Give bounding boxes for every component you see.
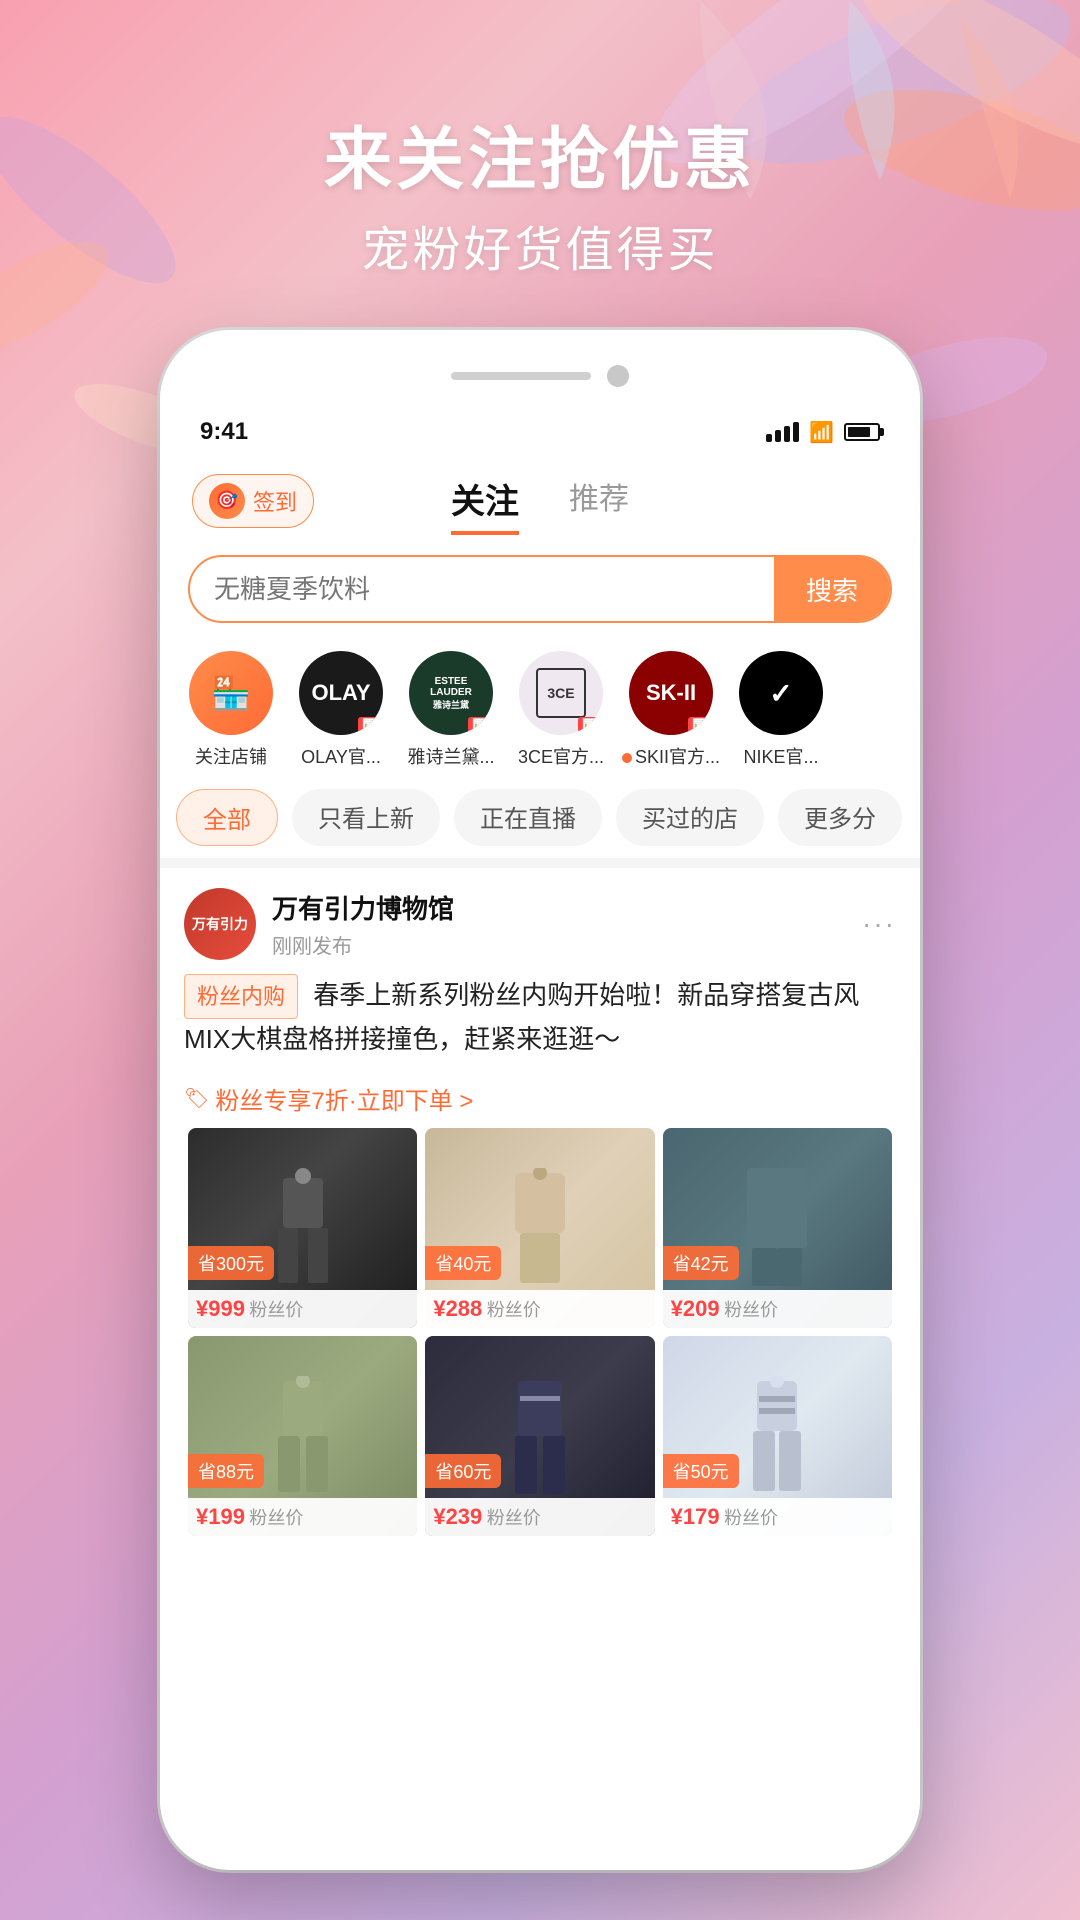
store-item-follow-all[interactable]: 🏪 关注店铺 (176, 651, 286, 769)
3ce-avatar: 3CE 📊 (519, 651, 603, 735)
search-button[interactable]: 搜索 (774, 557, 890, 621)
follow-all-avatar: 🏪 (189, 651, 273, 735)
product-item-1[interactable]: 省300元 ¥999 粉丝价 (188, 1128, 417, 1328)
post-author-name: 万有引力博物馆 (272, 889, 862, 926)
signal-icon (766, 422, 799, 442)
product-save-1: 省300元 (188, 1246, 274, 1280)
product-price-row-3: ¥209 粉丝价 (663, 1290, 892, 1328)
product-label-4: 粉丝价 (249, 1508, 303, 1528)
status-bar: 9:41 📶 (160, 410, 920, 450)
product-item-5[interactable]: 省60元 ¥239 粉丝价 (425, 1336, 654, 1536)
product-price-3: ¥209 (671, 1296, 720, 1321)
search-input[interactable] (190, 574, 774, 605)
product-save-2: 省40元 (425, 1246, 501, 1280)
product-save-4: 省88元 (188, 1454, 264, 1488)
store-item-3ce[interactable]: 3CE 📊 3CE官方... (506, 651, 616, 769)
product-price-5: ¥239 (433, 1504, 482, 1529)
product-save-5: 省60元 (425, 1454, 501, 1488)
nav-tabs: 关注 推荐 (451, 466, 629, 535)
product-label-3: 粉丝价 (724, 1300, 778, 1320)
product-price-row-1: ¥999 粉丝价 (188, 1290, 417, 1328)
olay-avatar: OLAY 📊 (299, 651, 383, 735)
store-name-nike: NIKE官... (743, 743, 818, 769)
estee-avatar: ESTEE LAUDER 雅诗兰黛 📊 (409, 651, 493, 735)
post-content-text: 粉丝内购 春季上新系列粉丝内购开始啦！新品穿搭复古风MIX大棋盘格拼接撞色，赶紧… (184, 974, 896, 1061)
phone-screen: 9:41 📶 🎯 (160, 330, 920, 1870)
store-name-estee: 雅诗兰黛... (407, 743, 494, 769)
post-fan-tag: 粉丝内购 (184, 974, 298, 1019)
filter-tab-all[interactable]: 全部 (176, 789, 278, 846)
hero-title: 来关注抢优惠 (0, 120, 1080, 202)
app-content: 🎯 签到 关注 推荐 搜索 (160, 450, 920, 1830)
filter-tabs: 全部 只看上新 正在直播 买过的店 更多分 (160, 777, 920, 858)
post-card: 万有引力 万有引力博物馆 刚刚发布 ··· 粉丝内购 春季上新系列粉丝内购开始啦… (160, 858, 920, 1552)
post-fan-discount-link[interactable]: 🏷 粉丝专享7折·立即下单 > (184, 1081, 473, 1116)
store-name-follow: 关注店铺 (195, 743, 267, 769)
tab-follow[interactable]: 关注 (451, 466, 519, 535)
product-price-row-6: ¥179 粉丝价 (663, 1498, 892, 1536)
filter-tab-bought[interactable]: 买过的店 (616, 789, 764, 846)
post-meta: 万有引力博物馆 刚刚发布 (272, 889, 862, 959)
stores-row: 🏪 关注店铺 OLAY 📊 OLAY官... ESTEE (160, 635, 920, 777)
fan-link-text: 粉丝专享7折·立即下单 > (215, 1081, 473, 1116)
product-label-6: 粉丝价 (724, 1508, 778, 1528)
store-item-estee[interactable]: ESTEE LAUDER 雅诗兰黛 📊 雅诗兰黛... (396, 651, 506, 769)
product-item-2[interactable]: 省40元 ¥288 粉丝价 (425, 1128, 654, 1328)
front-camera (607, 365, 629, 387)
post-author-avatar[interactable]: 万有引力 (184, 888, 256, 960)
search-bar: 搜索 (188, 555, 892, 623)
product-item-4[interactable]: 省88元 ¥199 粉丝价 (188, 1336, 417, 1536)
store-item-nike[interactable]: ✓ NIKE官... (726, 651, 836, 769)
product-price-1: ¥999 (196, 1296, 245, 1321)
status-icons: 📶 (766, 420, 880, 445)
store-item-olay[interactable]: OLAY 📊 OLAY官... (286, 651, 396, 769)
product-save-3: 省42元 (663, 1246, 739, 1280)
product-item-6[interactable]: 省50元 ¥179 粉丝价 (663, 1336, 892, 1536)
product-price-6: ¥179 (671, 1504, 720, 1529)
wifi-icon: 📶 (809, 420, 834, 445)
post-timestamp: 刚刚发布 (272, 930, 862, 959)
notch-bar (451, 372, 591, 380)
hero-section: 来关注抢优惠 宠粉好货值得买 (0, 120, 1080, 280)
product-label-5: 粉丝价 (487, 1508, 541, 1528)
product-item-3[interactable]: 省42元 ¥209 粉丝价 (663, 1128, 892, 1328)
checkin-label: 签到 (253, 485, 297, 517)
post-header: 万有引力 万有引力博物馆 刚刚发布 ··· (184, 888, 896, 960)
store-name-olay: OLAY官... (301, 743, 381, 769)
product-label-1: 粉丝价 (249, 1300, 303, 1320)
skii-avatar: SK-II 📊 (629, 651, 713, 735)
store-item-skii[interactable]: SK-II 📊 SKII官方... (616, 651, 726, 769)
product-price-row-4: ¥199 粉丝价 (188, 1498, 417, 1536)
product-price-2: ¥288 (433, 1296, 482, 1321)
phone-container: 9:41 📶 🎯 (160, 330, 920, 1870)
search-bar-wrapper: 搜索 (160, 543, 920, 635)
nike-avatar: ✓ (739, 651, 823, 735)
store-name-skii: SKII官方... (622, 743, 720, 769)
product-price-row-5: ¥239 粉丝价 (425, 1498, 654, 1536)
filter-tab-more[interactable]: 更多分 (778, 789, 902, 846)
filter-tab-new[interactable]: 只看上新 (292, 789, 440, 846)
product-grid: 省300元 ¥999 粉丝价 (184, 1128, 896, 1536)
post-more-button[interactable]: ··· (862, 908, 896, 940)
store-name-3ce: 3CE官方... (518, 743, 604, 769)
phone-notch (160, 330, 920, 410)
checkin-icon: 🎯 (209, 483, 245, 519)
product-price-4: ¥199 (196, 1504, 245, 1529)
battery-icon (844, 423, 880, 441)
tab-recommend[interactable]: 推荐 (569, 466, 629, 535)
filter-tab-live[interactable]: 正在直播 (454, 789, 602, 846)
header-nav: 🎯 签到 关注 推荐 (160, 450, 920, 543)
product-label-2: 粉丝价 (487, 1300, 541, 1320)
hero-subtitle: 宠粉好货值得买 (0, 210, 1080, 280)
product-price-row-2: ¥288 粉丝价 (425, 1290, 654, 1328)
checkin-button[interactable]: 🎯 签到 (192, 474, 314, 528)
status-time: 9:41 (200, 418, 248, 446)
product-save-6: 省50元 (663, 1454, 739, 1488)
